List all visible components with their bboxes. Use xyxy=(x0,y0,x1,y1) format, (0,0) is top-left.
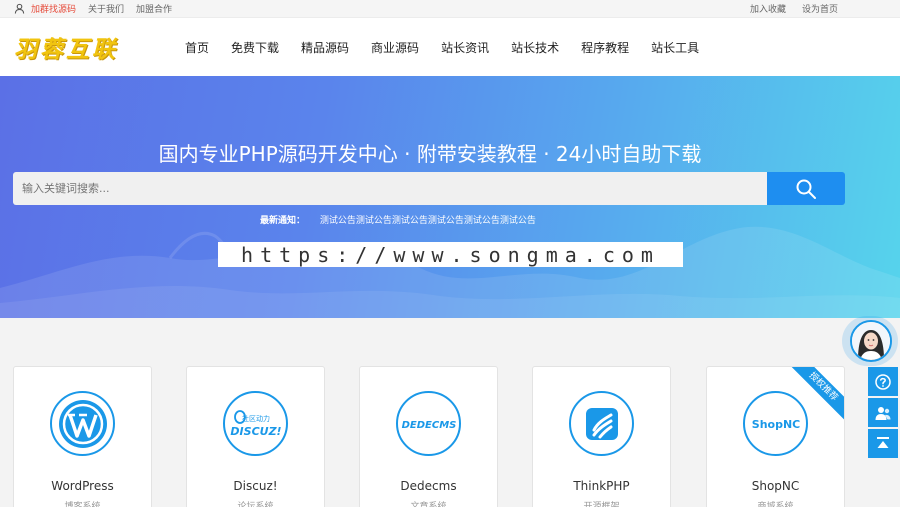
about-us-link[interactable]: 关于我们 xyxy=(88,2,124,15)
cms-card-thinkphp[interactable]: ThinkPHP 开源框架 xyxy=(532,366,671,507)
cms-card-dedecms[interactable]: DEDECMS Dedecms 文章系统 xyxy=(359,366,498,507)
card-subtitle: 论坛系统 xyxy=(237,502,274,507)
card-subtitle: 商城系统 xyxy=(757,502,794,507)
card-name: Dedecms xyxy=(400,479,457,493)
top-bar: 加群找源码 关于我们 加盟合作 加入收藏 设为首页 xyxy=(0,0,900,18)
top-bar-left: 加群找源码 关于我们 加盟合作 xyxy=(14,2,172,15)
hero-title: 国内专业PHP源码开发中心 · 附带安装教程 · 24小时自助下载 xyxy=(158,142,702,166)
card-name: ShopNC xyxy=(751,479,800,493)
nav-item-tools[interactable]: 站长工具 xyxy=(651,39,699,56)
site-url-box: https://www.songma.com xyxy=(218,242,683,267)
help-button[interactable] xyxy=(868,367,898,396)
cms-card-wordpress[interactable]: WordPress 博客系统 xyxy=(13,366,152,507)
discuz-icon: 社区动力 DISCUZ! xyxy=(223,391,288,456)
svg-text:社区动力: 社区动力 xyxy=(242,414,270,423)
nav-item-premium-source[interactable]: 精品源码 xyxy=(301,39,349,56)
cms-card-discuz[interactable]: 社区动力 DISCUZ! Discuz! 论坛系统 xyxy=(186,366,325,507)
add-favorite-link[interactable]: 加入收藏 xyxy=(750,2,786,15)
contact-button[interactable] xyxy=(868,398,898,427)
card-subtitle: 文章系统 xyxy=(410,502,447,507)
shopnc-icon: ShopNC xyxy=(743,391,808,456)
svg-text:DEDECMS: DEDECMS xyxy=(401,420,456,431)
svg-text:ShopNC: ShopNC xyxy=(751,418,799,431)
main-nav: 首页 免费下载 精品源码 商业源码 站长资讯 站长技术 程序教程 站长工具 xyxy=(174,18,710,76)
nav-item-free-download[interactable]: 免费下载 xyxy=(231,39,279,56)
nav-item-news[interactable]: 站长资讯 xyxy=(441,39,489,56)
notice-label: 最新通知： xyxy=(260,216,306,226)
back-to-top-button[interactable] xyxy=(868,429,898,458)
search-input[interactable] xyxy=(13,172,767,205)
wordpress-icon xyxy=(50,391,115,456)
user-icon xyxy=(14,3,25,14)
nav-item-tech[interactable]: 站长技术 xyxy=(511,39,559,56)
site-header: 羽蓉互联 首页 免费下载 精品源码 商业源码 站长资讯 站长技术 程序教程 站长… xyxy=(0,18,900,76)
search-bar xyxy=(13,172,845,205)
card-name: Discuz! xyxy=(233,479,278,493)
card-subtitle: 开源框架 xyxy=(583,502,620,507)
nav-item-home[interactable]: 首页 xyxy=(185,39,209,56)
cms-card-shopnc[interactable]: 授权推荐 ShopNC ShopNC 商城系统 xyxy=(706,366,845,507)
card-subtitle: 博客系统 xyxy=(64,502,101,507)
search-icon xyxy=(796,179,816,199)
hero-banner: 国内专业PHP源码开发中心 · 附带安装教程 · 24小时自助下载 最新通知： … xyxy=(0,76,900,318)
dedecms-icon: DEDECMS xyxy=(396,391,461,456)
users-icon xyxy=(875,406,891,420)
question-icon xyxy=(875,373,891,390)
thinkphp-icon xyxy=(569,391,634,456)
search-button[interactable] xyxy=(767,172,845,205)
join-group-link[interactable]: 加群找源码 xyxy=(31,2,76,15)
site-logo[interactable]: 羽蓉互联 xyxy=(14,30,118,64)
svg-text:DISCUZ!: DISCUZ! xyxy=(230,425,281,438)
franchise-link[interactable]: 加盟合作 xyxy=(136,2,172,15)
nav-item-commercial-source[interactable]: 商业源码 xyxy=(371,39,419,56)
set-homepage-link[interactable]: 设为首页 xyxy=(802,2,838,15)
card-name: ThinkPHP xyxy=(573,479,630,493)
arrow-up-to-top-icon xyxy=(877,436,889,448)
card-name: WordPress xyxy=(51,479,114,493)
customer-service-avatar[interactable] xyxy=(842,316,898,366)
notice-link[interactable]: 测试公告测试公告测试公告测试公告测试公告测试公告 xyxy=(320,216,536,226)
notice-bar: 最新通知： 测试公告测试公告测试公告测试公告测试公告测试公告 xyxy=(260,213,536,226)
avatar xyxy=(850,320,892,362)
top-bar-right: 加入收藏 设为首页 xyxy=(750,2,838,15)
nav-item-tutorials[interactable]: 程序教程 xyxy=(581,39,629,56)
